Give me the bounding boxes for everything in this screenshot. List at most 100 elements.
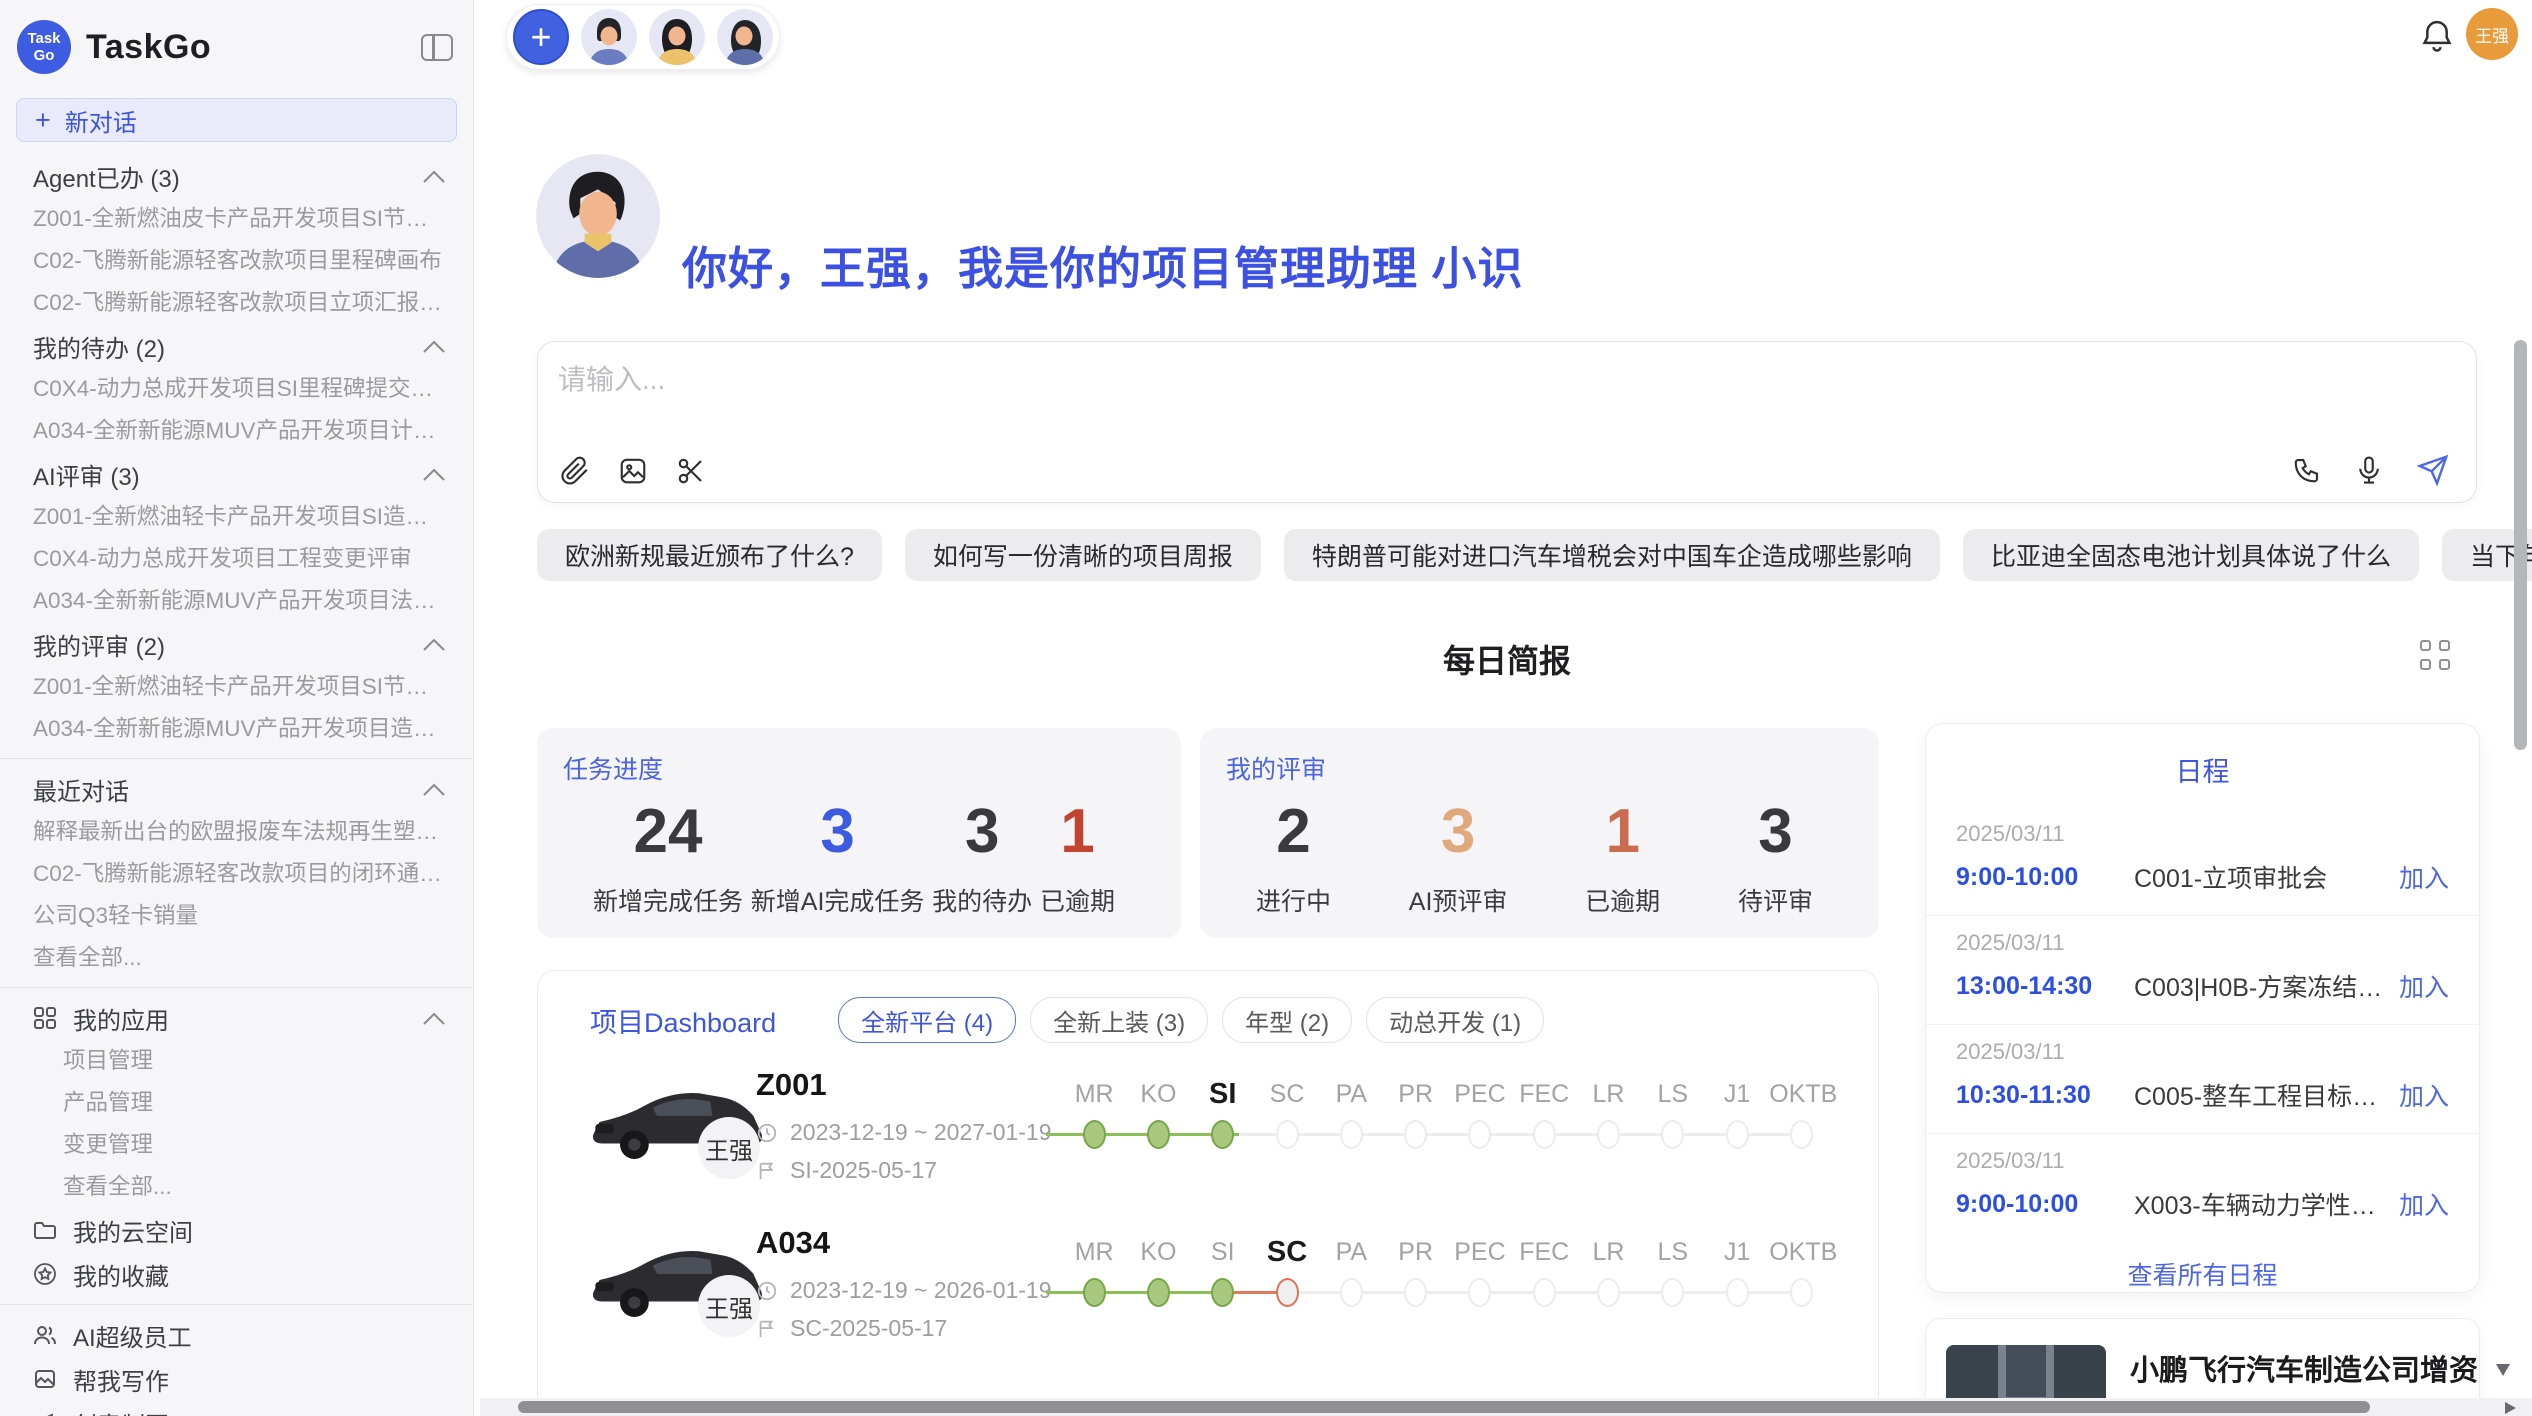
flag-icon <box>756 1160 778 1182</box>
app-item-product-mgmt[interactable]: 产品管理 <box>0 1082 473 1124</box>
scissors-icon[interactable] <box>676 456 706 486</box>
chat-composer <box>537 341 2477 503</box>
tab-new-body[interactable]: 全新上装 (3) <box>1030 997 1208 1043</box>
view-all-apps[interactable]: 查看全部... <box>0 1166 473 1208</box>
sidebar-item-help-write[interactable]: 帮我写作 <box>0 1357 473 1401</box>
schedule-item: 2025/03/11 9:00-10:00 C001-立项审批会 加入 <box>1926 807 2479 915</box>
project-dates-text: 2023-12-19 ~ 2026-01-19 <box>790 1277 1052 1304</box>
sidebar-item-ai-super-staff[interactable]: AI超级员工 <box>0 1313 473 1357</box>
schedule-time: 9:00-10:00 <box>1956 863 2134 892</box>
stat-new-ai-done: 3 新增AI完成任务 <box>751 796 925 918</box>
horizontal-scrollbar <box>480 1398 2532 1416</box>
add-agent-button[interactable]: + <box>513 9 569 65</box>
conversation-item[interactable]: Z001-全新燃油皮卡产品开发项目SI节点Lesson Learn报告 <box>0 198 473 240</box>
schedule-name: C003|H0B-方案冻结评审 <box>2134 968 2389 1004</box>
project-owner-badge: 王强 <box>698 1117 760 1179</box>
suggestion-chip[interactable]: 特朗普可能对进口汽车增税会对中国车企造成哪些影响 <box>1284 529 1940 581</box>
sidebar-item-favorites[interactable]: 我的收藏 <box>0 1252 473 1296</box>
microphone-icon[interactable] <box>2354 455 2384 485</box>
sidebar-item-creative-draw[interactable]: 创意制图 <box>0 1401 473 1416</box>
app-item-change-mgmt[interactable]: 变更管理 <box>0 1124 473 1166</box>
new-chat-button[interactable]: + 新对话 <box>16 98 457 142</box>
dashboard-title: 项目Dashboard <box>590 1001 776 1040</box>
schedule-card: 日程 2025/03/11 9:00-10:00 C001-立项审批会 加入 2… <box>1925 723 2480 1293</box>
conversation-item[interactable]: Z001-全新燃油轻卡产品开发项目SI节点属性5D文件评审 <box>0 666 473 708</box>
logo-line2: Go <box>34 47 55 64</box>
sidebar-item-cloud-space[interactable]: 我的云空间 <box>0 1208 473 1252</box>
chevron-up-icon <box>423 638 445 651</box>
conversation-item[interactable]: A034-全新新能源MUV产品开发项目法规符合性评审 <box>0 580 473 622</box>
layout-grid-icon[interactable] <box>2420 640 2450 670</box>
conversation-item[interactable]: 公司Q3轻卡销量 <box>0 895 473 937</box>
project-dates: 2023-12-19 ~ 2027-01-19 <box>756 1119 1052 1146</box>
my-review-stats: 2 进行中 3 AI预评审 1 已逾期 3 待评审 <box>1226 786 1839 918</box>
image-upload-icon[interactable] <box>618 456 648 486</box>
task-progress-stats: 24 新增完成任务 3 新增AI完成任务 3 我的待办 1 已逾期 <box>563 786 1141 918</box>
section-header-agent-done[interactable]: Agent已办 (3) <box>0 154 473 198</box>
tab-year-model[interactable]: 年型 (2) <box>1222 997 1352 1043</box>
conversation-item[interactable]: C02-飞腾新能源轻客改款项目的闭环通告反馈情况 <box>0 853 473 895</box>
project-owner-badge: 王强 <box>698 1275 760 1337</box>
stat-value: 24 <box>593 796 743 868</box>
join-link[interactable]: 加入 <box>2399 968 2449 1004</box>
scroll-down-arrow[interactable] <box>2496 1364 2510 1376</box>
agent-avatar-2[interactable] <box>649 9 705 65</box>
project-row-a034[interactable]: 王强 A034 2023-12-19 ~ 2026-01-19 SC-2025-… <box>538 1225 1878 1383</box>
star-circle-icon <box>33 1262 57 1286</box>
conversation-item[interactable]: A034-全新新能源MUV产品开发项目计划变更表编写 <box>0 410 473 452</box>
app-item-project-mgmt[interactable]: 项目管理 <box>0 1040 473 1082</box>
voice-call-icon[interactable] <box>2292 455 2322 485</box>
attachment-icon[interactable] <box>560 456 590 486</box>
clock-icon <box>756 1122 778 1144</box>
cloud-space-label: 我的云空间 <box>73 1213 193 1248</box>
chevron-up-icon <box>423 340 445 353</box>
suggestion-chip[interactable]: 比亚迪全固态电池计划具体说了什么 <box>1963 529 2419 581</box>
conversation-item[interactable]: C0X4-动力总成开发项目SI里程碑提交物检查 <box>0 368 473 410</box>
collapse-sidebar-icon[interactable] <box>421 34 453 61</box>
chevron-up-icon <box>423 468 445 481</box>
milestone-track <box>1062 1271 1852 1315</box>
conversation-item[interactable]: 解释最新出台的欧盟报废车法规再生塑料比例被调至15%... <box>0 811 473 853</box>
vertical-scrollbar-thumb[interactable] <box>2514 340 2527 750</box>
schedule-title: 日程 <box>1926 750 2479 789</box>
agent-avatar-3[interactable] <box>717 9 773 65</box>
user-avatar[interactable]: 王强 <box>2466 8 2518 60</box>
scroll-right-arrow[interactable] <box>2505 1402 2516 1414</box>
stat-review-overdue: 1 已逾期 <box>1585 796 1660 918</box>
schedule-name: C001-立项审批会 <box>2134 859 2389 895</box>
section-header-my-todo[interactable]: 我的待办 (2) <box>0 324 473 368</box>
help-write-label: 帮我写作 <box>73 1362 169 1397</box>
suggestion-chip[interactable]: 欧洲新规最近颁布了什么? <box>537 529 882 581</box>
milestone-timeline: MRKOSISCPAPRPECFECLRLSJ1OKTB <box>1062 1077 1852 1157</box>
sidebar-item-my-apps[interactable]: 我的应用 <box>0 996 473 1040</box>
section-header-recent-chats[interactable]: 最近对话 <box>0 767 473 811</box>
milestone-labels: MRKOSISCPAPRPECFECLRLSJ1OKTB <box>1062 1235 1852 1269</box>
section-header-my-review[interactable]: 我的评审 (2) <box>0 622 473 666</box>
project-dashboard-card: 项目Dashboard 全新平台 (4) 全新上装 (3) 年型 (2) 动总开… <box>537 970 1879 1416</box>
send-icon[interactable] <box>2416 454 2450 486</box>
conversation-item[interactable]: A034-全新新能源MUV产品开发项目造型可行性评审 <box>0 708 473 750</box>
stat-value: 3 <box>1409 796 1508 868</box>
section-title: AI评审 (3) <box>33 457 140 492</box>
project-row-z001[interactable]: 王强 Z001 2023-12-19 ~ 2027-01-19 SI-2025-… <box>538 1067 1878 1225</box>
agent-avatar-1[interactable] <box>581 9 637 65</box>
chat-input[interactable] <box>556 356 2440 432</box>
tab-powertrain[interactable]: 动总开发 (1) <box>1366 997 1544 1043</box>
conversation-item[interactable]: Z001-全新燃油轻卡产品开发项目SI造型提交物评审 <box>0 496 473 538</box>
notification-bell-icon[interactable] <box>2420 18 2454 54</box>
conversation-item[interactable]: C02-飞腾新能源轻客改款项目里程碑画布 <box>0 240 473 282</box>
daily-brief-title: 每日简报 <box>537 636 2477 682</box>
section-header-ai-review[interactable]: AI评审 (3) <box>0 452 473 496</box>
tab-new-platform[interactable]: 全新平台 (4) <box>838 997 1016 1043</box>
join-link[interactable]: 加入 <box>2399 1186 2449 1222</box>
join-link[interactable]: 加入 <box>2399 1077 2449 1113</box>
view-all-schedule-link[interactable]: 查看所有日程 <box>1926 1256 2479 1292</box>
suggestion-chip[interactable]: 如何写一份清晰的项目周报 <box>905 529 1261 581</box>
join-link[interactable]: 加入 <box>2399 859 2449 895</box>
stat-value: 3 <box>1738 796 1813 868</box>
view-all-conversations[interactable]: 查看全部... <box>0 937 473 979</box>
horizontal-scrollbar-thumb[interactable] <box>518 1401 2370 1413</box>
milestone-dots <box>1062 1271 1834 1307</box>
conversation-item[interactable]: C0X4-动力总成开发项目工程变更评审 <box>0 538 473 580</box>
conversation-item[interactable]: C02-飞腾新能源轻客改款项目立项汇报方案 <box>0 282 473 324</box>
